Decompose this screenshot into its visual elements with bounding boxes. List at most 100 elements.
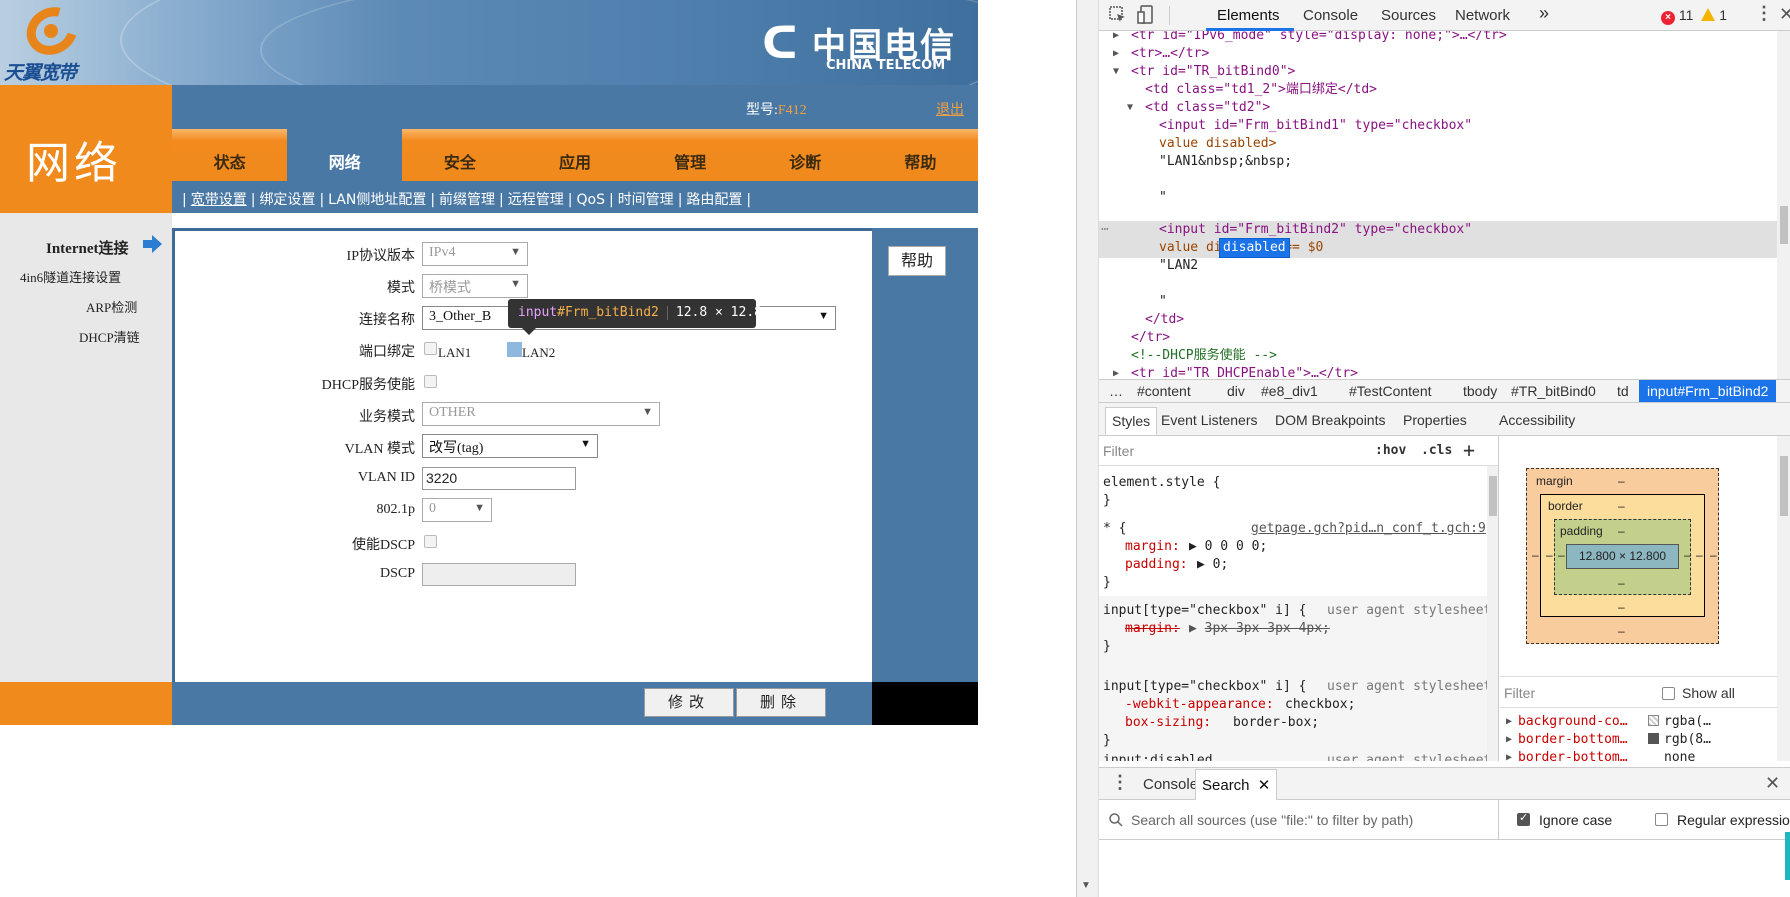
computed-prop[interactable]: border-bottom…: [1518, 732, 1628, 747]
subtab-styles[interactable]: Styles: [1105, 407, 1158, 435]
dom-ellipsis-icon[interactable]: ⋯: [1101, 221, 1109, 239]
prop-name[interactable]: -webkit-appearance:: [1125, 696, 1274, 714]
computed-value[interactable]: rgb(8…: [1664, 732, 1711, 747]
error-warning-counter[interactable]: × 11 1: [1661, 7, 1727, 25]
lan2-checkbox[interactable]: [507, 342, 522, 357]
crumb[interactable]: td: [1617, 383, 1629, 399]
regex-checkbox[interactable]: [1655, 813, 1668, 826]
tab-network[interactable]: Network: [1455, 7, 1510, 24]
subnav-lan-address[interactable]: LAN侧地址配置: [328, 192, 426, 208]
new-rule-plus-icon[interactable]: +: [1463, 438, 1475, 462]
tab-help[interactable]: 帮助: [862, 129, 978, 181]
ignore-case-checkbox[interactable]: [1517, 811, 1530, 826]
color-swatch-icon[interactable]: [1648, 715, 1659, 726]
dom-line[interactable]: <td class="td2">: [1145, 99, 1270, 117]
computed-filter-input[interactable]: Filter: [1504, 685, 1535, 701]
dom-line[interactable]: ": [1159, 189, 1167, 207]
rule-selector[interactable]: element.style {: [1103, 474, 1220, 492]
show-all-checkbox[interactable]: [1662, 687, 1675, 700]
subtab-dom-breakpoints[interactable]: DOM Breakpoints: [1275, 412, 1385, 428]
resize-handle[interactable]: [1785, 832, 1790, 880]
dom-line[interactable]: <tr id="TR_bitBind0">: [1131, 63, 1295, 81]
sidebar-item-internet[interactable]: Internet连接: [46, 237, 129, 258]
device-toolbar-icon[interactable]: [1137, 5, 1155, 25]
subnav-remote[interactable]: 远程管理: [508, 192, 564, 208]
computed-scrollbar[interactable]: [1777, 436, 1790, 761]
computed-prop[interactable]: border-bottom…: [1518, 750, 1628, 765]
close-icon[interactable]: ✕: [1779, 4, 1790, 25]
crumb[interactable]: #TestContent: [1349, 383, 1432, 399]
rule-source-link[interactable]: getpage.gch?pid…n_conf_t.gch:9: [1251, 520, 1486, 538]
subnav-prefix[interactable]: 前缀管理: [439, 192, 495, 208]
modify-button[interactable]: 修改: [644, 688, 734, 717]
dom-line[interactable]: <td class="td1_2">端口绑定</td>: [1145, 81, 1377, 99]
rule-selector[interactable]: input[type="checkbox" i] {: [1103, 678, 1307, 696]
dom-line[interactable]: "LAN2: [1159, 257, 1198, 275]
tab-elements[interactable]: Elements: [1217, 7, 1280, 24]
styles-filter-input[interactable]: Filter: [1103, 443, 1134, 459]
search-input[interactable]: Search all sources (use "file:" to filte…: [1099, 800, 1499, 840]
color-swatch-icon[interactable]: [1648, 733, 1659, 744]
tab-application[interactable]: 应用: [517, 129, 633, 181]
rule-selector[interactable]: * {: [1103, 520, 1126, 538]
crumb[interactable]: div: [1227, 383, 1245, 399]
dom-line[interactable]: <input id="Frm_bitBind2" type="checkbox": [1159, 221, 1472, 239]
dscp-enable-checkbox[interactable]: [424, 535, 437, 548]
dom-line[interactable]: <input id="Frm_bitBind1" type="checkbox": [1159, 117, 1472, 135]
rule-selector[interactable]: input[type="checkbox" i] {: [1103, 602, 1307, 620]
dom-line[interactable]: value disabled>: [1159, 135, 1276, 153]
drawer-tab-console[interactable]: Console: [1143, 776, 1198, 793]
logout-link[interactable]: 退出: [936, 99, 964, 119]
tab-diagnostics[interactable]: 诊断: [747, 129, 863, 181]
prop-value[interactable]: border-box;: [1233, 714, 1319, 732]
page-scrollbar[interactable]: [1077, 0, 1099, 897]
dhcp-enable-checkbox[interactable]: [424, 375, 437, 388]
vlan-mode-select[interactable]: 改写(tag) ▼: [422, 434, 598, 458]
styles-scrollbar[interactable]: [1487, 466, 1498, 761]
subtab-event-listeners[interactable]: Event Listeners: [1161, 412, 1258, 428]
ip-version-select[interactable]: IPv4 ▼: [422, 242, 528, 266]
crumb[interactable]: …: [1109, 383, 1123, 399]
dom-line[interactable]: <tr id="IPv6_mode" style="display: none;…: [1131, 31, 1507, 45]
computed-prop[interactable]: background-co…: [1518, 714, 1628, 729]
dom-line[interactable]: "LAN1&nbsp;&nbsp;: [1159, 153, 1292, 171]
tab-status[interactable]: 状态: [172, 129, 288, 181]
prop-name[interactable]: margin:: [1125, 538, 1180, 556]
dom-line[interactable]: <tr id="TR_DHCPEnable">…</tr>: [1131, 365, 1358, 379]
close-icon[interactable]: ✕: [1258, 777, 1271, 794]
sidebar-item-dhcp[interactable]: DHCP清链: [79, 327, 140, 346]
dom-scrollbar[interactable]: [1777, 31, 1790, 379]
help-button[interactable]: 帮助: [888, 246, 946, 276]
scroll-down-icon[interactable]: ▼: [1081, 880, 1091, 891]
prop-value[interactable]: 0;: [1213, 557, 1229, 572]
prop-value-overridden[interactable]: 3px 3px 3px 4px;: [1205, 621, 1330, 636]
crumb[interactable]: #content: [1137, 383, 1191, 399]
dom-line[interactable]: </tr>: [1131, 329, 1170, 347]
subnav-qos[interactable]: QoS: [576, 192, 604, 208]
service-mode-select[interactable]: OTHER ▼: [422, 402, 660, 426]
sidebar-item-4in6[interactable]: 4in6隧道连接设置: [20, 267, 121, 286]
prop-value[interactable]: checkbox;: [1285, 696, 1355, 714]
crumb[interactable]: #TR_bitBind0: [1511, 383, 1596, 399]
sidebar-item-arp[interactable]: ARP检测: [86, 297, 137, 316]
crumb[interactable]: tbody: [1463, 383, 1497, 399]
rule-selector[interactable]: input:disabled: [1103, 752, 1213, 761]
subnav-broadband[interactable]: 宽带设置: [191, 192, 247, 208]
prop-value[interactable]: 0 0 0 0;: [1205, 539, 1268, 554]
prop-name-overridden[interactable]: margin:: [1125, 620, 1180, 638]
prop-name[interactable]: box-sizing:: [1125, 714, 1211, 732]
hov-button[interactable]: :hov: [1375, 443, 1406, 458]
lan1-checkbox[interactable]: [424, 342, 437, 355]
computed-value[interactable]: none: [1664, 750, 1695, 765]
dscp-input[interactable]: [422, 563, 576, 586]
dom-line[interactable]: <!--DHCP服务使能 -->: [1131, 347, 1277, 365]
dom-selected-attribute[interactable]: disabled: [1219, 238, 1290, 258]
computed-value[interactable]: rgba(…: [1664, 714, 1711, 729]
dom-line[interactable]: <tr>…</tr>: [1131, 45, 1209, 63]
subnav-time[interactable]: 时间管理: [618, 192, 674, 208]
box-model-content[interactable]: 12.800 × 12.800: [1566, 544, 1679, 569]
subnav-binding[interactable]: 绑定设置: [259, 192, 315, 208]
inspect-element-icon[interactable]: [1109, 6, 1127, 24]
close-drawer-icon[interactable]: ✕: [1765, 773, 1780, 794]
delete-button[interactable]: 删除: [736, 688, 826, 717]
